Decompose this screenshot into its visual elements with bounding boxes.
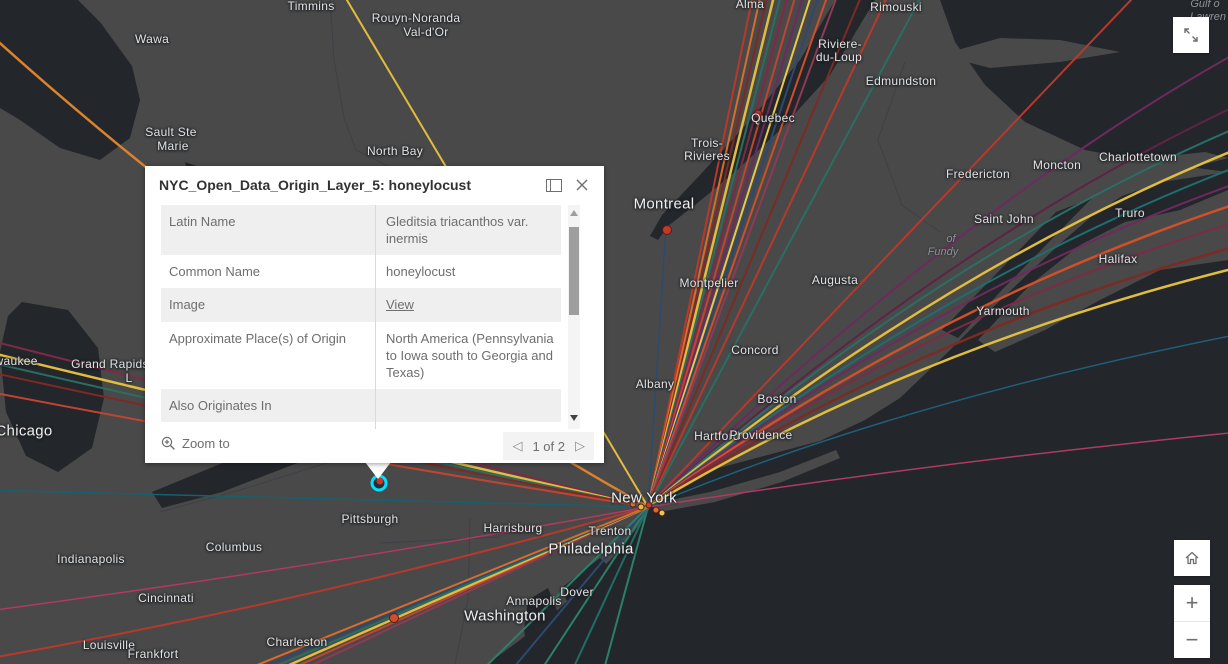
point-marker[interactable] [753,109,763,119]
scrollbar-thumb[interactable] [569,227,579,315]
map-application: Wawa Timmins Rouyn-Noranda Val-d'Or Sault St… [0,0,1228,664]
field-label: Common Name [169,264,261,280]
zoom-to-button[interactable]: Zoom to [161,436,230,451]
field-value [375,389,561,423]
zoom-to-label: Zoom to [182,436,230,451]
close-icon[interactable] [572,176,592,194]
zoom-out-button[interactable]: − [1174,622,1210,658]
field-label: Also Originates In [169,398,272,414]
next-feature-icon[interactable]: ▷ [575,438,585,454]
field-label: Image [169,297,206,313]
attribute-row: Latitude41.10 [161,422,561,429]
previous-feature-icon[interactable]: ◁ [512,438,522,454]
attribute-table: Latin Name Gleditsia triacanthos var. ine… [161,205,561,429]
attribute-row: Image View [161,288,561,322]
point-marker[interactable] [389,613,399,623]
feature-pager: ◁ 1 of 2 ▷ [503,432,594,460]
expand-arrows-icon[interactable] [1173,17,1209,53]
popup-footer: Zoom to ◁ 1 of 2 ▷ [145,429,604,463]
field-value: North America (Pennsylvania to Iowa sout… [375,321,561,390]
point-marker[interactable] [645,501,653,509]
field-value: honeylocust [375,255,561,289]
popup-callout-pointer [365,462,391,479]
point-marker[interactable] [658,509,666,517]
field-label: Latitude [161,422,375,429]
scroll-up-icon[interactable] [570,210,578,216]
view-image-link[interactable]: View [386,297,414,312]
field-value: View [375,288,561,322]
point-marker[interactable] [652,506,660,514]
popup-header: NYC_Open_Data_Origin_Layer_5: honeylocus… [145,166,604,204]
field-value: 41.10 [375,422,561,429]
attribute-row: Also Originates In [161,389,561,423]
attribute-row: Common Name honeylocust [161,255,561,289]
field-label: Latin Name [169,214,236,229]
popup-scrollbar[interactable] [568,205,580,429]
feature-popup: NYC_Open_Data_Origin_Layer_5: honeylocus… [145,166,604,463]
scroll-down-icon[interactable] [570,415,578,421]
point-marker[interactable] [662,225,672,235]
home-icon[interactable] [1174,540,1210,576]
attribute-row: Approximate Place(s) of Origin North Amer… [161,321,561,390]
field-label: Approximate Place(s) of Origin [169,330,347,346]
point-marker[interactable] [629,500,637,508]
pager-count: 1 of 2 [532,438,565,454]
dock-icon[interactable] [544,176,564,194]
zoom-controls: + − [1174,585,1210,658]
popup-title: NYC_Open_Data_Origin_Layer_5: honeylocus… [159,177,471,193]
attribute-row: Latin Name Gleditsia triacanthos var. ine… [161,205,561,256]
magnifier-plus-icon [161,436,175,450]
field-value: Gleditsia triacanthos var. inermis [375,205,561,256]
zoom-in-button[interactable]: + [1174,585,1210,621]
point-marker[interactable] [637,503,645,511]
